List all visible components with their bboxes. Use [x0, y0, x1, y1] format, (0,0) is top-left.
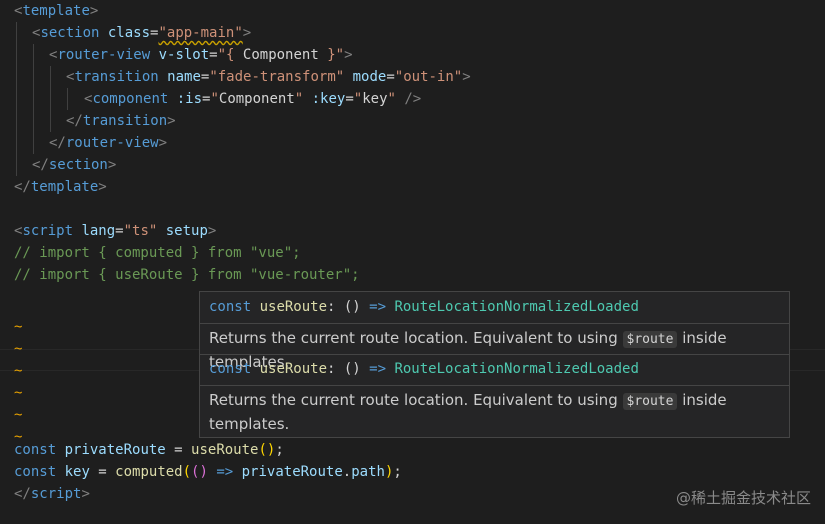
code-line-7: </router-view> — [49, 135, 168, 151]
code-line-20: const privateRoute = useRoute(); — [14, 442, 284, 458]
inline-code: $route — [622, 331, 678, 348]
squiggle-marker: ~ — [14, 341, 23, 357]
code-line-9: </template> — [14, 179, 107, 195]
code-line-1: <template> — [14, 3, 99, 19]
code-line-4: <transition name="fade-transform" mode="… — [66, 69, 471, 85]
squiggle-marker: ~ — [14, 407, 23, 423]
code-line-6: </transition> — [66, 113, 176, 129]
hover-divider — [200, 323, 789, 324]
code-line-12-comment: // import { computed } from "vue"; — [14, 245, 301, 261]
indent-guide — [50, 66, 51, 132]
indent-guide — [67, 88, 68, 110]
code-line-22: </script> — [14, 486, 90, 502]
squiggle-marker: ~ — [14, 385, 23, 401]
code-line-21: const key = computed(() => privateRoute.… — [14, 464, 402, 480]
code-line-13-comment: // import { useRoute } from "vue-router"… — [14, 267, 360, 283]
hover-divider — [200, 354, 789, 355]
code-line-3: <router-view v-slot="{ Component }"> — [49, 47, 353, 63]
hover-tooltip[interactable]: const useRoute: () => RouteLocationNorma… — [199, 291, 790, 438]
hover-divider — [200, 385, 789, 386]
code-line-5: <component :is="Component" :key="key" /> — [84, 91, 422, 107]
code-line-2: <section class="app-main"> — [32, 25, 252, 41]
hover-signature: const useRoute: () => RouteLocationNorma… — [209, 361, 639, 377]
squiggle-marker: ~ — [14, 319, 23, 335]
inline-code: $route — [622, 393, 678, 410]
hover-signature: const useRoute: () => RouteLocationNorma… — [209, 299, 639, 315]
watermark: @稀土掘金技术社区 — [675, 489, 811, 507]
hover-doc: Returns the current route location. Equi… — [209, 391, 727, 433]
indent-guide — [16, 22, 17, 176]
indent-guide — [33, 44, 34, 154]
code-line-8: </section> — [32, 157, 117, 173]
squiggle-marker: ~ — [14, 363, 23, 379]
code-line-11: <script lang="ts" setup> — [14, 223, 217, 239]
